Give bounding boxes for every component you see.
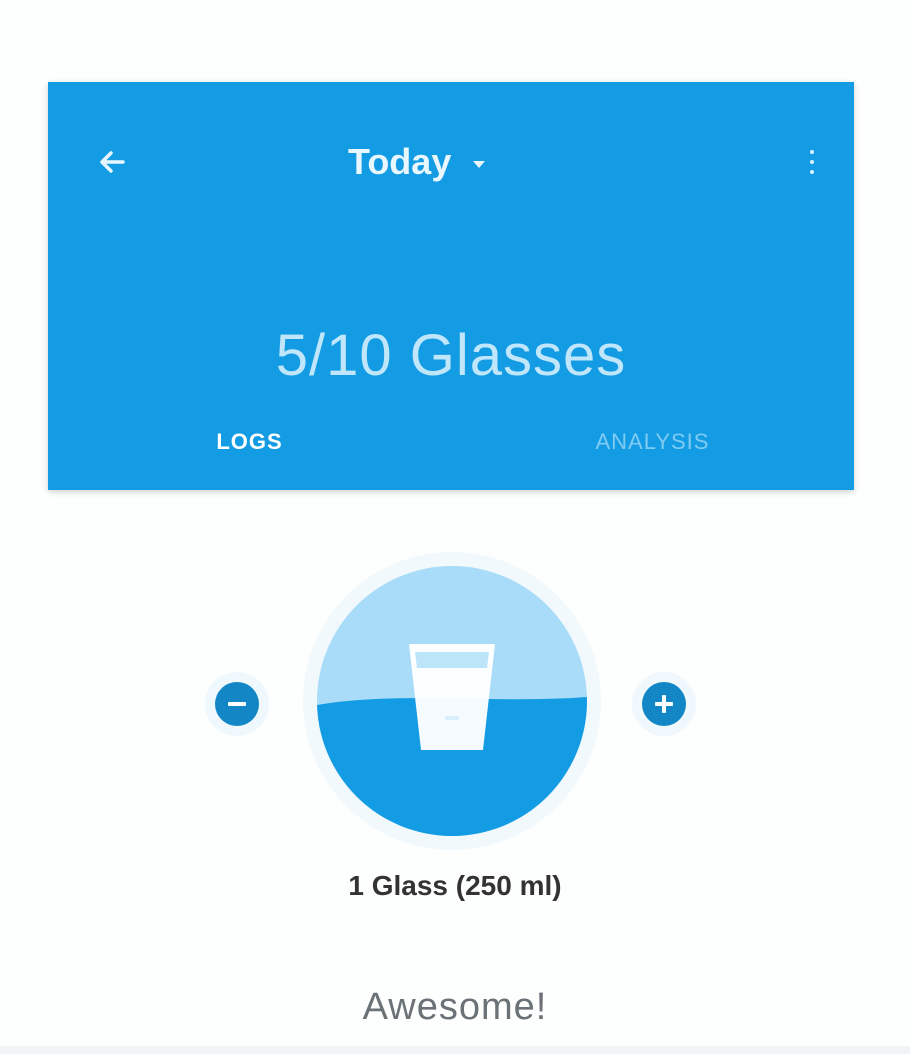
tab-logs[interactable]: LOGS [48,394,451,490]
portion-size-label[interactable]: 1 Glass (250 ml) [0,870,910,902]
daily-progress: 5/10 Glasses [275,323,627,388]
more-options-button[interactable] [800,138,824,186]
tab-analysis[interactable]: ANALYSIS [451,394,854,490]
water-glass-icon [409,644,495,750]
back-arrow-icon [100,151,125,173]
intake-control [0,556,910,846]
status-message: Awesome! [362,986,548,1028]
more-vertical-icon-dot [810,160,814,164]
more-vertical-icon-dot [810,170,814,174]
water-tracker-screen: Today 5/10 Glasses LOGS ANALYSIS 1 Glass… [0,0,910,1054]
tab-bar: LOGS ANALYSIS [48,394,854,490]
page-title: Today [348,141,452,182]
bottom-divider [0,1046,910,1054]
more-vertical-icon [810,150,814,154]
dropdown-icon [473,160,486,168]
decrease-portion-button[interactable] [215,682,259,726]
increase-portion-button[interactable] [642,682,686,726]
minus-icon [228,702,246,706]
back-button[interactable] [88,138,136,186]
app-header: Today 5/10 Glasses LOGS ANALYSIS [48,82,854,490]
add-glass-button[interactable] [317,566,587,836]
date-selector[interactable]: Today [348,134,486,190]
plus-icon-vertical [662,695,666,713]
